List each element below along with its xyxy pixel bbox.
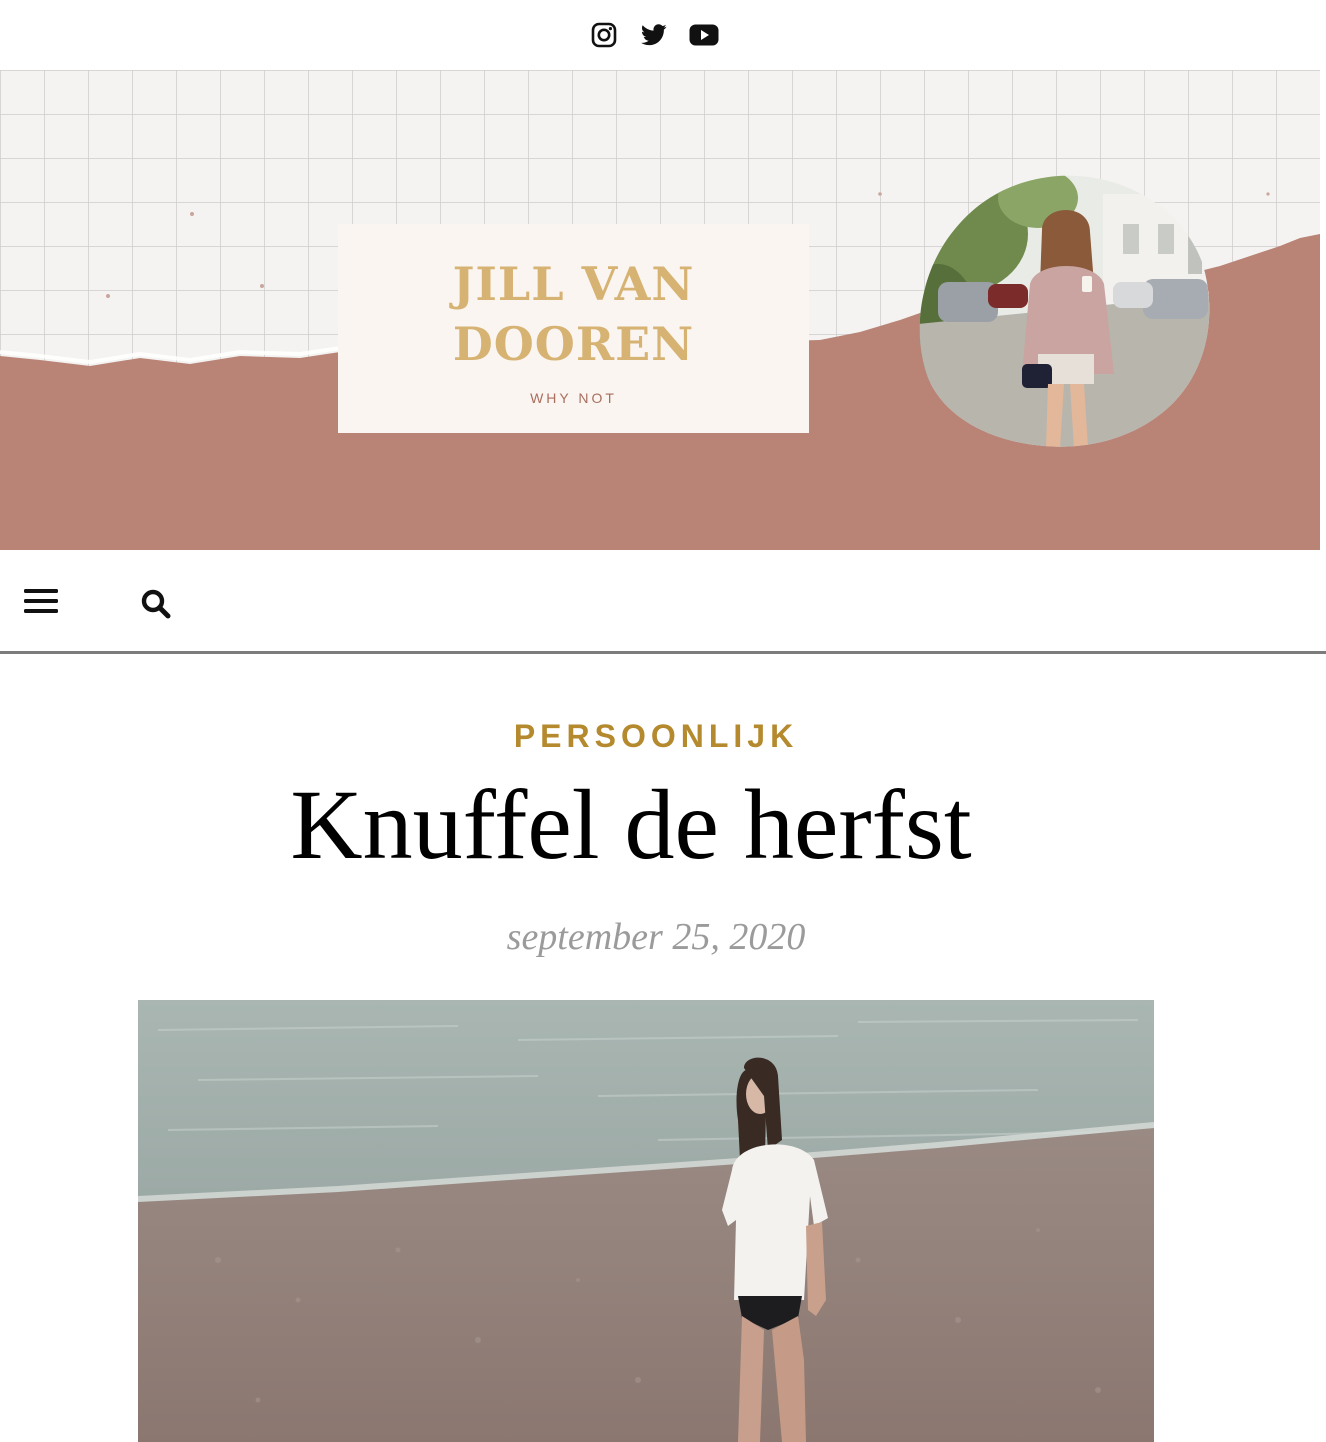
social-bar — [0, 0, 1326, 70]
post-category-link[interactable]: PERSOONLIJK — [0, 718, 1312, 755]
site-logo[interactable]: JILL VAN DOOREN WHY NOT — [338, 224, 809, 433]
logo-tagline: WHY NOT — [530, 390, 617, 406]
youtube-icon[interactable] — [689, 20, 719, 50]
post-title: Knuffel de herfst — [290, 769, 972, 880]
instagram-icon[interactable] — [589, 20, 619, 50]
post-date: september 25, 2020 — [506, 916, 806, 958]
search-icon[interactable] — [140, 588, 172, 620]
twitter-icon[interactable] — [639, 20, 669, 50]
logo-title: JILL VAN DOOREN — [452, 257, 695, 371]
header-banner[interactable]: JILL VAN DOOREN WHY NOT — [0, 70, 1320, 550]
nav-bar — [0, 550, 1326, 654]
beach-photo — [138, 1000, 1154, 1442]
hamburger-menu-icon[interactable] — [22, 586, 60, 616]
featured-image[interactable] — [138, 1000, 1154, 1442]
portrait-photo — [919, 175, 1210, 447]
